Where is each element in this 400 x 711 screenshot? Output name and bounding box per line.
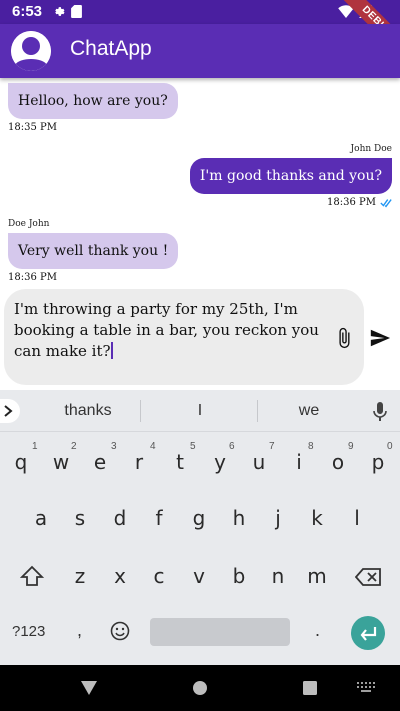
enter-arrow-icon — [360, 627, 377, 641]
key-k[interactable]: k — [300, 498, 334, 538]
suggestion-1[interactable]: thanks — [38, 402, 138, 420]
space-key[interactable] — [150, 618, 290, 646]
key-hint: 1 — [32, 441, 38, 452]
message-bubble-incoming[interactable]: Very well thank you ! — [8, 233, 179, 269]
shift-icon[interactable] — [20, 565, 44, 587]
key-hint: 6 — [229, 441, 235, 452]
message-bubble-outgoing[interactable]: I'm good thanks and you? — [189, 158, 392, 194]
key-l[interactable]: l — [340, 498, 374, 538]
back-icon[interactable] — [81, 681, 97, 695]
key-g[interactable]: g — [182, 498, 216, 538]
message-time: 18:36 PM — [327, 197, 376, 208]
recents-icon[interactable] — [303, 681, 317, 695]
attach-icon[interactable] — [333, 326, 355, 350]
enter-button[interactable] — [351, 616, 385, 650]
text-caret — [110, 342, 113, 359]
key-d[interactable]: d — [103, 498, 137, 538]
app-title: ChatApp — [70, 37, 152, 60]
backspace-icon[interactable] — [355, 568, 381, 586]
key-hint: 4 — [150, 441, 156, 452]
read-check-icon — [380, 199, 392, 208]
key-comma[interactable]: , — [77, 620, 82, 641]
key-c[interactable]: c — [142, 556, 176, 596]
keyboard-switch-icon[interactable] — [357, 682, 375, 694]
key-n[interactable]: n — [261, 556, 295, 596]
message-time: 18:36 PM — [8, 272, 57, 283]
status-time: 6:53 — [12, 3, 43, 20]
avatar[interactable] — [11, 31, 51, 71]
key-z[interactable]: z — [63, 556, 97, 596]
symbols-key[interactable]: ?123 — [12, 623, 45, 640]
key-x[interactable]: x — [103, 556, 137, 596]
key-h[interactable]: h — [222, 498, 256, 538]
key-hint: 5 — [190, 441, 196, 452]
key-a[interactable]: a — [24, 498, 58, 538]
key-hint: 0 — [387, 441, 393, 452]
suggestion-3[interactable]: we — [262, 402, 356, 420]
navigation-bar — [0, 665, 400, 711]
message-sender: John Doe — [350, 144, 392, 154]
key-f[interactable]: f — [142, 498, 176, 538]
message-sender: Doe John — [8, 219, 50, 229]
status-bar: 6:53 DEBUG — [0, 0, 400, 60]
soft-keyboard: thanks I we q w e r t y u i o p 1 2 3 4 … — [0, 390, 400, 665]
key-hint: 8 — [308, 441, 314, 452]
sd-card-icon — [71, 5, 82, 18]
app-bar: ChatApp — [0, 24, 400, 78]
key-hint: 7 — [269, 441, 275, 452]
message-input-text: I'm throwing a party for my 25th, I'm bo… — [14, 300, 319, 360]
send-icon[interactable] — [369, 327, 391, 349]
key-b[interactable]: b — [222, 556, 256, 596]
message-bubble-incoming[interactable]: Helloo, how are you? — [8, 83, 178, 119]
key-hint: 9 — [348, 441, 354, 452]
message-input[interactable]: I'm throwing a party for my 25th, I'm bo… — [4, 289, 364, 385]
user-icon — [11, 31, 51, 71]
home-icon[interactable] — [193, 681, 207, 695]
suggestion-2[interactable]: I — [150, 402, 250, 420]
suggestion-strip: thanks I we — [0, 390, 400, 432]
key-v[interactable]: v — [182, 556, 216, 596]
key-hint: 3 — [111, 441, 117, 452]
key-period[interactable]: . — [315, 620, 320, 641]
emoji-icon[interactable] — [110, 621, 130, 641]
chevron-right-icon — [4, 405, 13, 417]
key-j[interactable]: j — [261, 498, 295, 538]
message-time: 18:35 PM — [8, 122, 57, 133]
microphone-icon[interactable] — [372, 402, 388, 422]
key-m[interactable]: m — [300, 556, 334, 596]
key-s[interactable]: s — [63, 498, 97, 538]
key-hint: 2 — [71, 441, 77, 452]
settings-icon — [55, 7, 65, 16]
expand-suggestions-button[interactable] — [0, 399, 20, 423]
